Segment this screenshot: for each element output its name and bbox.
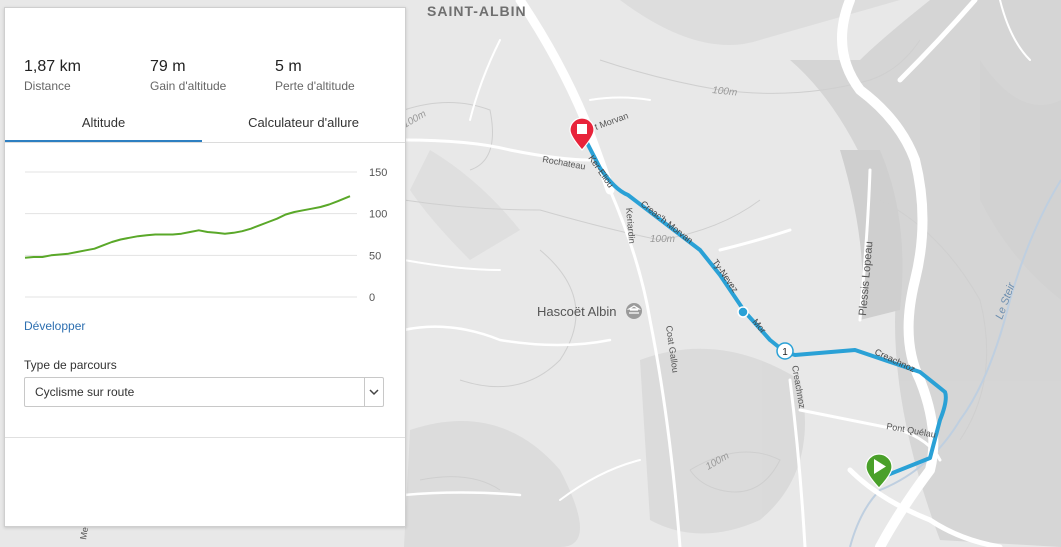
elevation-loss-stat: 5 m Perte d'altitude	[275, 58, 355, 93]
elevation-chart: 150 100 50 0	[24, 167, 387, 304]
panel-tabs: Altitude Calculateur d'allure	[5, 112, 405, 143]
route-stats: 1,87 km Distance 79 m Gain d'altitude 5 …	[24, 58, 394, 98]
stop-icon	[577, 124, 587, 134]
route-type-value: Cyclisme sur route	[35, 385, 135, 399]
tab-pace-calculator[interactable]: Calculateur d'allure	[202, 112, 405, 142]
km-marker: 1	[776, 342, 794, 360]
chevron-down-icon[interactable]	[364, 378, 383, 406]
elevation-loss-value: 5 m	[275, 58, 302, 75]
tab-altitude[interactable]: Altitude	[5, 112, 202, 142]
route-type-label: Type de parcours	[24, 358, 117, 372]
chart-y-tick-label: 50	[369, 250, 381, 262]
contour-label: 100m	[650, 234, 675, 245]
distance-value: 1,87 km	[24, 58, 81, 75]
chart-y-tick-label: 100	[369, 209, 387, 221]
chart-y-tick-label: 150	[369, 167, 387, 179]
distance-stat: 1,87 km Distance	[24, 58, 81, 93]
elevation-gain-value: 79 m	[150, 58, 186, 75]
route-type-select[interactable]: Cyclisme sur route	[24, 377, 384, 407]
village-label: SAINT-ALBIN	[427, 3, 527, 19]
expand-link[interactable]: Développer	[24, 319, 85, 333]
elevation-gain-label: Gain d'altitude	[150, 79, 227, 93]
chart-y-tick-label: 0	[369, 292, 375, 304]
route-waypoint[interactable]	[737, 306, 749, 318]
km-marker-label: 1	[782, 347, 788, 358]
elevation-line	[24, 195, 351, 259]
elevation-gain-stat: 79 m Gain d'altitude	[150, 58, 226, 93]
distance-label: Distance	[24, 79, 71, 93]
elevation-loss-label: Perte d'altitude	[275, 79, 355, 93]
place-label: Hascoët Albin	[537, 304, 617, 319]
route-summary-panel: 1,87 km Distance 79 m Gain d'altitude 5 …	[4, 7, 406, 527]
panel-divider	[5, 437, 405, 438]
